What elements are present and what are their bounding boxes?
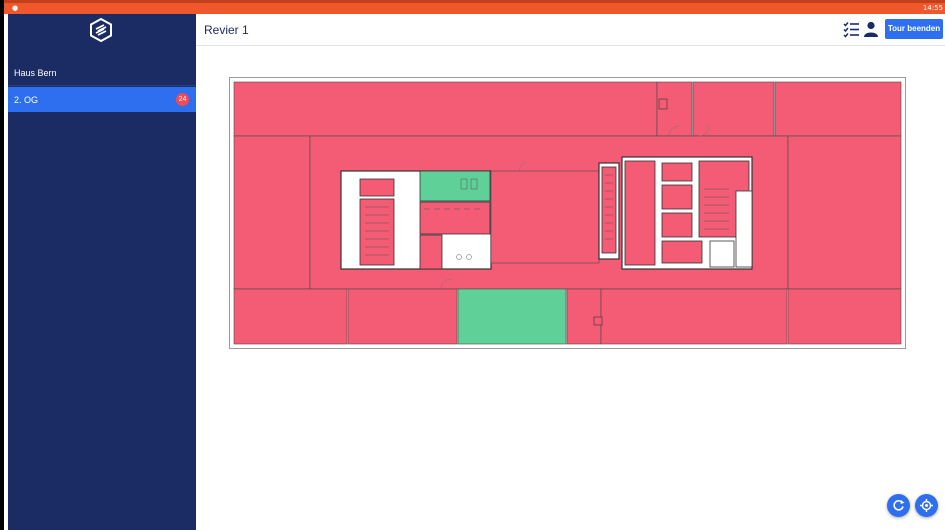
room-checked[interactable] <box>419 170 491 202</box>
room[interactable] <box>661 162 693 182</box>
room-checked[interactable] <box>457 288 567 345</box>
room[interactable] <box>661 240 703 264</box>
building-name: Haus Bern <box>8 58 196 86</box>
refresh-button[interactable] <box>887 494 910 517</box>
checklist-icon[interactable] <box>843 21 860 38</box>
system-status-bar: ● 14:55 <box>4 0 945 14</box>
room[interactable] <box>661 212 693 238</box>
room[interactable] <box>490 170 600 264</box>
room[interactable] <box>774 81 902 137</box>
refresh-icon <box>893 500 905 511</box>
floor-label: 2. OG <box>14 95 39 105</box>
end-tour-button[interactable]: Tour beenden <box>885 19 943 39</box>
room[interactable] <box>600 288 788 345</box>
room[interactable] <box>419 201 491 235</box>
room[interactable] <box>359 178 395 197</box>
room[interactable] <box>624 160 656 266</box>
room[interactable] <box>233 81 658 137</box>
room[interactable] <box>661 184 693 210</box>
status-time: 14:55 <box>922 4 943 12</box>
room[interactable] <box>692 81 775 137</box>
floor-plan[interactable] <box>229 77 906 349</box>
locate-button[interactable] <box>915 494 938 517</box>
sidebar-item-floor[interactable]: 2. OG 24 <box>8 87 196 112</box>
status-indicator: ● <box>12 4 19 12</box>
room[interactable] <box>233 288 348 345</box>
room[interactable] <box>566 288 602 345</box>
crosshair-icon <box>920 499 933 512</box>
sidebar: Haus Bern 2. OG 24 <box>8 14 196 530</box>
room[interactable] <box>787 288 902 345</box>
page-title: Revier 1 <box>204 23 249 37</box>
stairs[interactable] <box>601 166 617 254</box>
header-bar: Revier 1 Tour beenden <box>196 14 945 46</box>
room[interactable] <box>233 135 311 290</box>
room[interactable] <box>419 234 443 270</box>
user-icon[interactable] <box>863 21 879 37</box>
app-window: ● 14:55 Haus Bern 2. OG 24 Revier 1 Tour… <box>0 0 945 530</box>
room[interactable] <box>347 288 458 345</box>
app-logo-icon <box>90 18 112 42</box>
open-rooms-badge: 24 <box>176 93 189 106</box>
room[interactable] <box>787 135 902 290</box>
